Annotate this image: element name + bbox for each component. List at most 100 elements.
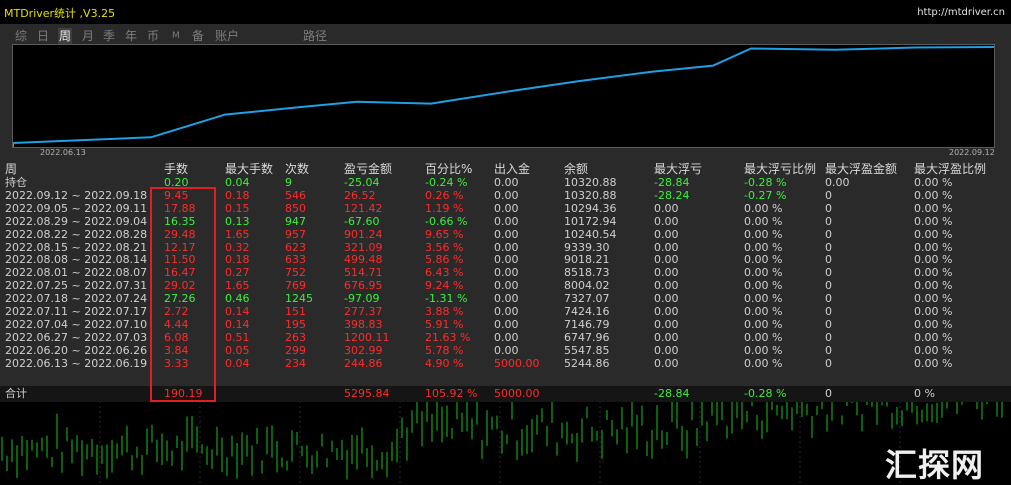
cell-period: 2022.07.18 ~ 2022.07.24 bbox=[5, 292, 148, 306]
cell-max_fp: 0 bbox=[825, 201, 832, 215]
cell-flow: 0.00 bbox=[494, 317, 519, 331]
cell-max_fp: 0 bbox=[825, 279, 832, 293]
column-header-5: 百分比% bbox=[425, 162, 473, 176]
tab-6[interactable]: 币 bbox=[147, 28, 159, 45]
total-max_fp_pct: 0 % bbox=[914, 387, 935, 400]
cell-max_dd_pct: -0.28 % bbox=[744, 176, 787, 189]
cell-count: 234 bbox=[285, 356, 306, 370]
cell-balance: 5547.85 bbox=[564, 343, 610, 357]
column-header-10: 最大浮盈金额 bbox=[825, 162, 898, 176]
cell-max_dd_pct: 0.00 % bbox=[744, 317, 783, 331]
cell-balance: 10294.36 bbox=[564, 201, 617, 215]
cell-max_dd_pct: 0.00 % bbox=[744, 227, 783, 241]
cell-max_fp_pct: 0.00 % bbox=[914, 201, 953, 215]
cell-max_dd: 0.00 bbox=[654, 356, 679, 370]
cell-max_dd: 0.00 bbox=[654, 253, 679, 267]
cell-count: 151 bbox=[285, 305, 306, 318]
cell-flow: 0.00 bbox=[494, 279, 519, 293]
column-header-7: 余额 bbox=[564, 162, 589, 176]
cell-max_fp_pct: 0.00 % bbox=[914, 214, 953, 228]
cell-flow: 0.00 bbox=[494, 176, 519, 189]
cell-max_dd: 0.00 bbox=[654, 343, 679, 357]
cell-max_fp_pct: 0.00 % bbox=[914, 240, 953, 254]
cell-pct: 4.90 % bbox=[425, 356, 464, 370]
cell-max_lots: 0.14 bbox=[225, 317, 250, 331]
cell-flow: 5000.00 bbox=[494, 356, 540, 370]
tab-8[interactable]: 备 bbox=[192, 28, 204, 45]
cell-max_dd: 0.00 bbox=[654, 201, 679, 215]
tab-0[interactable]: 综 bbox=[15, 28, 27, 45]
cell-pnl: -97.09 bbox=[344, 292, 380, 306]
cell-max_dd: 0.00 bbox=[654, 227, 679, 241]
total-max_fp: 0 bbox=[825, 387, 832, 400]
cell-max_fp_pct: 0.00 % bbox=[914, 356, 953, 370]
cell-max_fp_pct: 0.00 % bbox=[914, 305, 953, 318]
column-header-6: 出入金 bbox=[494, 162, 531, 176]
cell-max_dd: 0.00 bbox=[654, 240, 679, 254]
cell-max_fp_pct: 0.00 % bbox=[914, 330, 953, 344]
cell-pnl: 26.52 bbox=[344, 188, 376, 202]
cell-max_lots: 0.32 bbox=[225, 240, 250, 254]
column-header-0: 周 bbox=[5, 162, 18, 176]
tab-7[interactable]: M bbox=[172, 28, 180, 45]
cell-max_dd_pct: 0.00 % bbox=[744, 240, 783, 254]
cell-pnl: 514.71 bbox=[344, 266, 383, 280]
tab-3[interactable]: 月 bbox=[82, 28, 94, 45]
cell-max_dd: 0.00 bbox=[654, 292, 679, 306]
tab-5[interactable]: 年 bbox=[125, 28, 137, 45]
cell-count: 633 bbox=[285, 253, 306, 267]
cell-flow: 0.00 bbox=[494, 305, 519, 318]
cell-pct: 9.65 % bbox=[425, 227, 464, 241]
tab-10[interactable]: 路径 bbox=[303, 28, 327, 45]
cell-period: 2022.07.11 ~ 2022.07.17 bbox=[5, 305, 148, 318]
cell-max_lots: 0.18 bbox=[225, 253, 250, 267]
total-pct: 105.92 % bbox=[425, 387, 478, 400]
cell-flow: 0.00 bbox=[494, 227, 519, 241]
cell-period: 2022.08.15 ~ 2022.08.21 bbox=[5, 240, 148, 254]
title-bar: MTDriver统计 ,V3.25 http://mtdriver.cn bbox=[0, 0, 1011, 24]
cell-count: 752 bbox=[285, 266, 306, 280]
cell-max_fp_pct: 0.00 % bbox=[914, 176, 953, 189]
cell-max_fp_pct: 0.00 % bbox=[914, 317, 953, 331]
website-link[interactable]: http://mtdriver.cn bbox=[917, 7, 1005, 18]
cell-max_dd: 0.00 bbox=[654, 305, 679, 318]
total-label: 合计 bbox=[5, 387, 27, 400]
cell-max_lots: 1.65 bbox=[225, 279, 250, 293]
column-header-1: 手数 bbox=[164, 162, 189, 176]
cell-pnl: 398.83 bbox=[344, 317, 383, 331]
cell-flow: 0.00 bbox=[494, 330, 519, 344]
cell-count: 769 bbox=[285, 279, 306, 293]
cell-balance: 10320.88 bbox=[564, 176, 617, 189]
cell-pnl: 277.37 bbox=[344, 305, 383, 318]
cell-count: 623 bbox=[285, 240, 306, 254]
cell-flow: 0.00 bbox=[494, 201, 519, 215]
cell-max_fp: 0 bbox=[825, 330, 832, 344]
cell-count: 9 bbox=[285, 176, 292, 189]
cell-balance: 9339.30 bbox=[564, 240, 610, 254]
cell-balance: 8004.02 bbox=[564, 279, 610, 293]
cell-period: 2022.08.22 ~ 2022.08.28 bbox=[5, 227, 148, 241]
cell-balance: 10320.88 bbox=[564, 188, 617, 202]
cell-max_fp_pct: 0.00 % bbox=[914, 279, 953, 293]
cell-max_fp: 0 bbox=[825, 305, 832, 318]
cell-max_lots: 0.46 bbox=[225, 292, 250, 306]
cell-balance: 10240.54 bbox=[564, 227, 617, 241]
tab-4[interactable]: 季 bbox=[103, 28, 115, 45]
tab-2[interactable]: 周 bbox=[58, 28, 73, 45]
cell-count: 299 bbox=[285, 343, 306, 357]
cell-pnl: 499.48 bbox=[344, 253, 383, 267]
tab-1[interactable]: 日 bbox=[37, 28, 49, 45]
cell-count: 263 bbox=[285, 330, 306, 344]
cell-period: 2022.06.27 ~ 2022.07.03 bbox=[5, 330, 148, 344]
cell-flow: 0.00 bbox=[494, 266, 519, 280]
total-max_dd_pct: -0.28 % bbox=[744, 387, 787, 400]
table-header: 周 手数 最大手数 次数 盈亏金额 百分比% 出入金 余额 最大浮亏 最大浮亏比例 最大浮盈金额 最大… bbox=[0, 162, 1011, 176]
tab-9[interactable]: 账户 bbox=[215, 28, 239, 45]
total-pnl: 5295.84 bbox=[344, 387, 390, 400]
equity-line bbox=[13, 46, 994, 147]
column-header-11: 最大浮盈比例 bbox=[914, 162, 987, 176]
cell-flow: 0.00 bbox=[494, 214, 519, 228]
candlestick-series bbox=[1, 387, 1008, 485]
cell-pct: 6.43 % bbox=[425, 266, 464, 280]
cell-period: 2022.09.12 ~ 2022.09.18 bbox=[5, 188, 148, 202]
